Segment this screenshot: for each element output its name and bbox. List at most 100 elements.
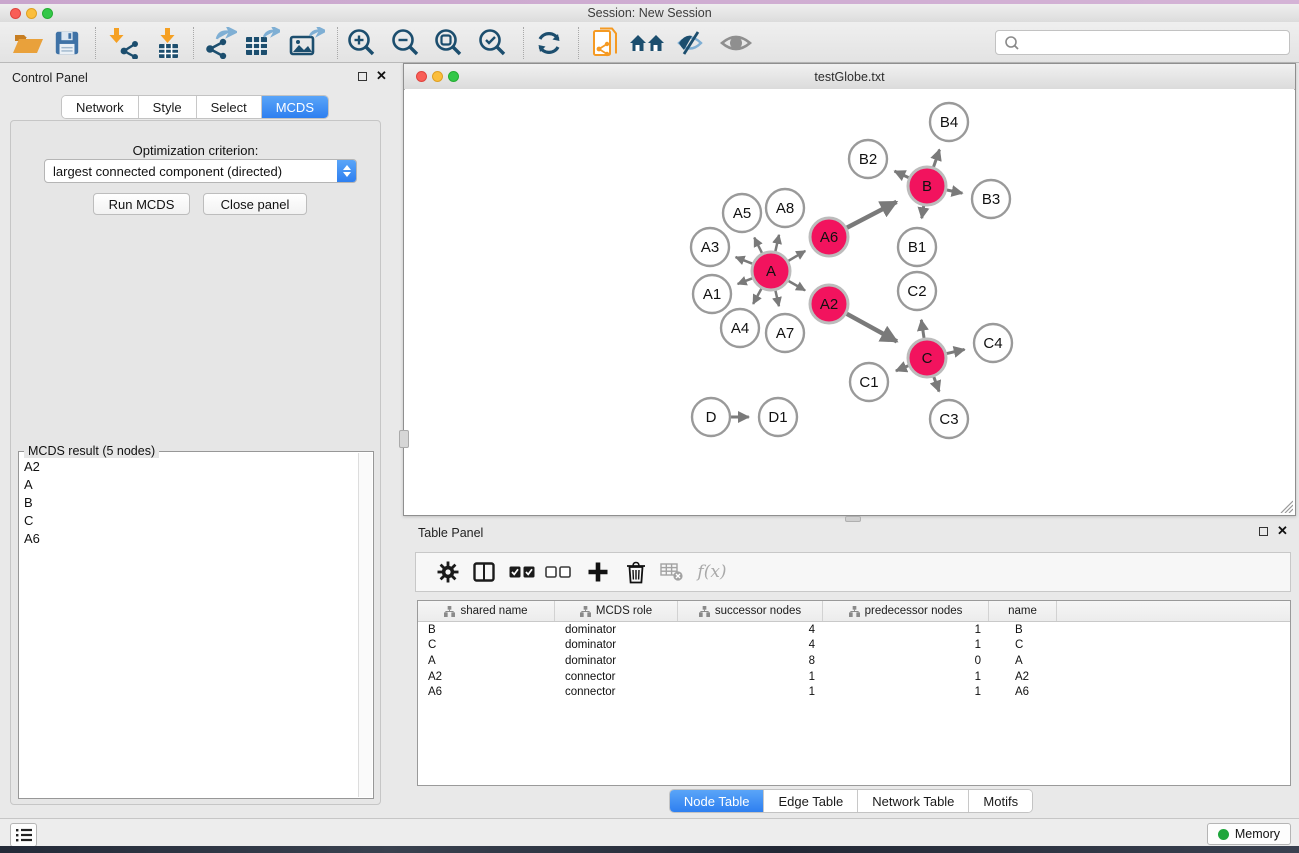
function-builder-button[interactable]: f(x) [694,553,730,591]
run-mcds-button[interactable]: Run MCDS [93,193,190,215]
graph-edge-A-A2[interactable] [788,280,806,290]
graph-edge-A-A8[interactable] [775,235,779,253]
table-panel-float-button[interactable] [1259,527,1268,536]
graph-edge-A6-B[interactable] [846,202,897,228]
search-field[interactable] [995,30,1290,55]
graph-edge-B-B3[interactable] [946,190,963,193]
graph-edge-B-B4[interactable] [933,150,939,168]
export-image-button[interactable] [287,25,327,61]
save-session-button[interactable] [47,25,87,61]
search-icon [1002,35,1026,51]
graph-edge-C-C3[interactable] [933,376,939,392]
network-window-titlebar[interactable]: testGlobe.txt [404,64,1295,90]
graph-node-label: B1 [908,239,926,256]
zoom-in-icon [346,27,378,59]
graph-edge-A-A3[interactable] [736,257,754,264]
tab-node-table[interactable]: Node Table [670,790,765,812]
table-cell: B [418,624,555,636]
import-network-button[interactable] [103,25,143,61]
result-item[interactable]: A2 [20,457,359,475]
table-panel-close-button[interactable]: ✕ [1277,526,1288,536]
plus-icon [587,561,609,583]
open-file-button[interactable] [8,25,48,61]
graph-node-label: A2 [820,296,838,313]
graph-node-label: B3 [982,191,1000,208]
tab-select[interactable]: Select [197,96,262,118]
import-table-button[interactable] [148,25,188,61]
column-type-icon [699,606,710,617]
zoom-in-button[interactable] [342,25,382,61]
column-header-predecessor-nodes[interactable]: predecessor nodes [823,601,989,621]
tab-motifs[interactable]: Motifs [969,790,1032,812]
tab-network-table[interactable]: Network Table [858,790,969,812]
graph-edge-B-B2[interactable] [895,171,910,178]
graph-node-label: A8 [776,200,794,217]
tab-edge-table[interactable]: Edge Table [764,790,858,812]
export-network-button[interactable] [200,25,240,61]
result-scrollbar[interactable] [358,453,372,797]
column-header-label: predecessor nodes [865,605,963,617]
table-cell: A [418,655,555,667]
table-cell: 1 [823,639,989,651]
tab-mcds[interactable]: MCDS [262,96,328,118]
select-all-button[interactable] [504,553,540,591]
graph-edge-A-A7[interactable] [775,290,779,307]
result-item[interactable]: B [20,493,359,511]
graph-edge-B-B1[interactable] [922,205,924,218]
result-item[interactable]: A6 [20,529,359,547]
refresh-button[interactable] [529,25,569,61]
control-panel-float-button[interactable] [358,72,367,81]
graph-edge-C-C1[interactable] [896,365,909,371]
panel-divider-grip[interactable] [399,430,409,448]
show-panels-button[interactable] [10,823,37,847]
zoom-out-icon [390,27,422,59]
home-button[interactable] [627,25,667,61]
zoom-fit-button[interactable] [429,25,469,61]
column-type-icon [580,606,591,617]
network-canvas[interactable]: B4B2BB3A5A8A6A3B1AC2A1A2A4A7C4CC1C3DD1 [405,89,1294,515]
save-icon [53,29,81,57]
close-panel-button[interactable]: Close panel [203,193,307,215]
zoom-selected-button[interactable] [473,25,513,61]
search-input[interactable] [1026,35,1289,51]
graph-edge-A-A6[interactable] [787,251,805,261]
optimization-criterion-select[interactable]: largest connected component (directed) [44,159,357,183]
column-header-MCDS-role[interactable]: MCDS role [555,601,678,621]
hide-graphics-details-button[interactable] [671,25,711,61]
tab-style[interactable]: Style [139,96,197,118]
table-row[interactable]: Adominator80A [418,653,1290,669]
column-header-successor-nodes[interactable]: successor nodes [678,601,823,621]
mcds-result-title: MCDS result (5 nodes) [24,444,159,458]
table-row[interactable]: A2connector11A2 [418,669,1290,685]
tab-network[interactable]: Network [62,96,139,118]
graph-edge-A-A5[interactable] [754,238,762,254]
delete-column-button[interactable] [618,553,654,591]
result-item[interactable]: C [20,511,359,529]
graph-edge-C-C4[interactable] [946,349,965,353]
graph-edge-A-A1[interactable] [738,278,754,284]
zoom-out-button[interactable] [386,25,426,61]
graph-edge-A2-C[interactable] [846,313,897,341]
table-settings-button[interactable] [430,553,466,591]
node-table[interactable]: shared nameMCDS rolesuccessor nodes prede… [417,600,1291,786]
memory-button[interactable]: Memory [1207,823,1291,845]
column-header-shared-name[interactable]: shared name [418,601,555,621]
mcds-result-list[interactable]: A2ABCA6 [20,457,359,797]
column-header-name[interactable]: name [989,601,1057,621]
control-panel-close-button[interactable]: ✕ [376,71,387,81]
result-item[interactable]: A [20,475,359,493]
show-graphics-details-button[interactable] [716,25,756,61]
export-table-button[interactable] [242,25,282,61]
delete-table-button[interactable] [654,553,690,591]
graph-edge-C-C2[interactable] [921,320,924,339]
create-column-button[interactable] [580,553,616,591]
table-row[interactable]: A6connector11A6 [418,684,1290,700]
show-column-button[interactable] [466,553,502,591]
table-row[interactable]: Cdominator41C [418,638,1290,654]
deselect-all-button[interactable] [540,553,576,591]
desktop-strip-bottom [0,846,1299,853]
table-row[interactable]: Bdominator41B [418,622,1290,638]
resize-grip-icon[interactable] [1280,500,1293,513]
new-network-from-selection-button[interactable] [586,25,626,61]
graph-edge-A-A4[interactable] [753,288,762,304]
